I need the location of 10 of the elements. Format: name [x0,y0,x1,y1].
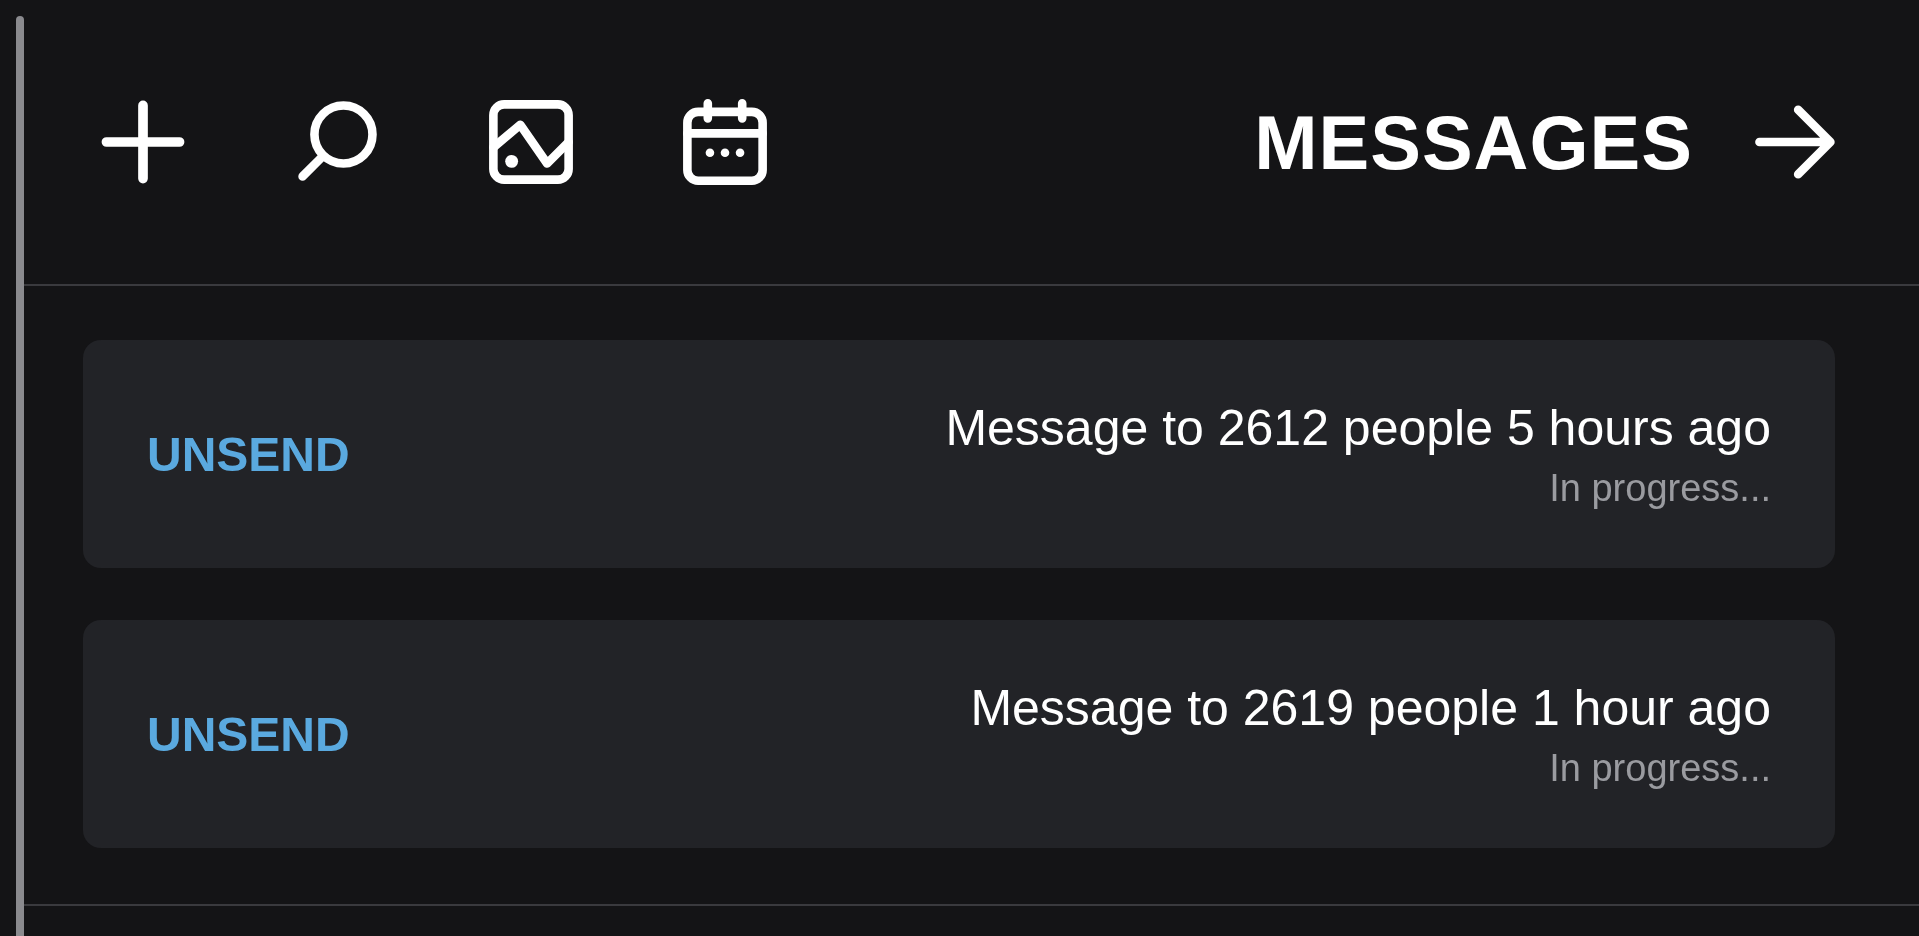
calendar-icon[interactable] [682,99,768,185]
message-status: In progress... [1549,466,1771,510]
image-icon[interactable] [488,99,574,185]
message-title: Message to 2619 people 1 hour ago [970,678,1771,737]
page-title: MESSAGES [1254,98,1693,186]
plus-icon[interactable] [100,99,186,185]
message-status: In progress... [1549,746,1771,790]
unsend-button[interactable]: UNSEND [147,706,350,762]
message-title: Message to 2612 people 5 hours ago [945,398,1771,457]
unsend-button[interactable]: UNSEND [147,426,350,482]
